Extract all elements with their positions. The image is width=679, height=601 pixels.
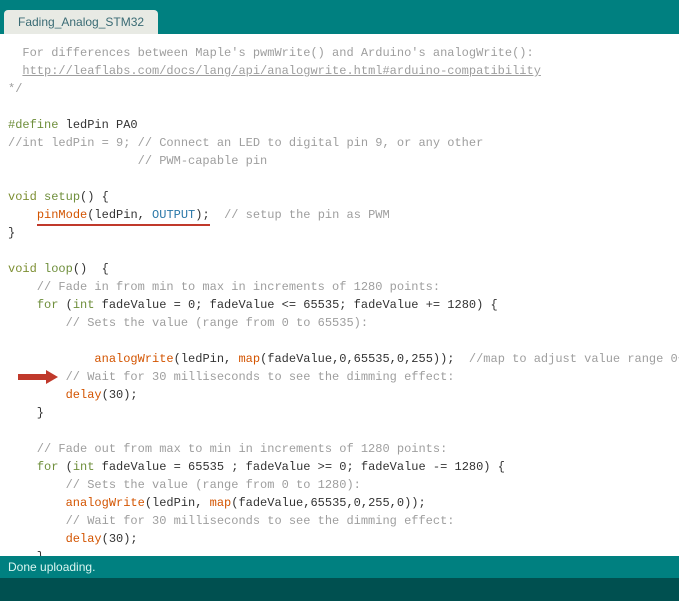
window-header [0,0,679,8]
code-line: // Wait for 30 milliseconds to see the d… [8,368,679,386]
status-bar: Done uploading. [0,556,679,578]
code-line: } [8,548,679,556]
code-line: // Sets the value (range from 0 to 65535… [8,314,679,332]
code-line: } [8,224,679,242]
arrow-annotation-icon [18,334,58,348]
code-line: pinMode(ledPin, OUTPUT); // setup the pi… [8,206,679,224]
code-line [8,98,679,116]
code-line: } [8,404,679,422]
code-line [8,170,679,188]
code-line: void setup() { [8,188,679,206]
code-line: // PWM-capable pin [8,152,679,170]
status-text: Done uploading. [8,560,95,574]
code-line: //int ledPin = 9; // Connect an LED to d… [8,134,679,152]
code-line: for (int fadeValue = 0; fadeValue <= 655… [8,296,679,314]
code-line: void loop() { [8,260,679,278]
code-line: analogWrite(ledPin, map(fadeValue,65535,… [8,494,679,512]
code-line: delay(30); [8,386,679,404]
code-line [8,422,679,440]
code-line: analogWrite(ledPin, map(fadeValue,0,6553… [8,332,679,368]
code-line: // Sets the value (range from 0 to 1280)… [8,476,679,494]
code-line: delay(30); [8,530,679,548]
tab-sketch[interactable]: Fading_Analog_STM32 [4,10,158,34]
code-line: for (int fadeValue = 65535 ; fadeValue >… [8,458,679,476]
code-line: */ [8,80,679,98]
code-editor[interactable]: For differences between Maple's pwmWrite… [0,34,679,556]
link-url[interactable]: http://leaflabs.com/docs/lang/api/analog… [22,64,540,78]
code-line: // Fade in from min to max in increments… [8,278,679,296]
code-line: // Wait for 30 milliseconds to see the d… [8,512,679,530]
console-area [0,578,679,601]
code-line [8,242,679,260]
code-line: For differences between Maple's pwmWrite… [8,44,679,62]
tab-bar: Fading_Analog_STM32 [0,8,679,34]
code-line: // Fade out from max to min in increment… [8,440,679,458]
code-line: http://leaflabs.com/docs/lang/api/analog… [8,62,679,80]
code-line: #define ledPin PA0 [8,116,679,134]
